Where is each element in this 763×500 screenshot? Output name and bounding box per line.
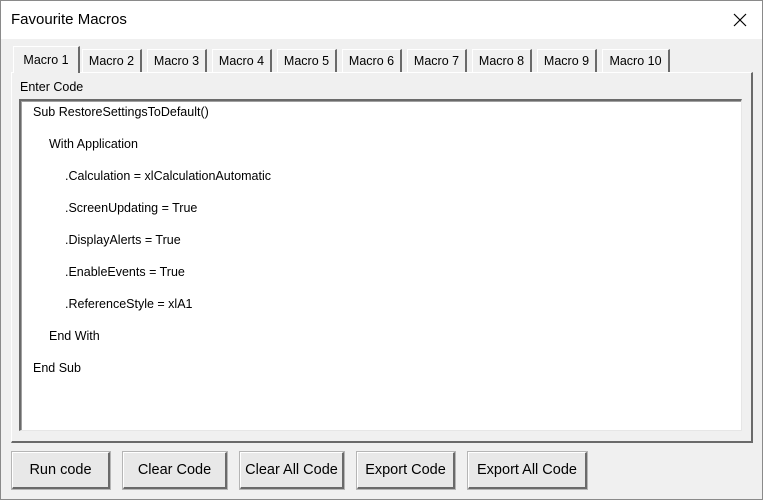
code-line: .ScreenUpdating = True — [65, 201, 198, 215]
clear-all-code-button[interactable]: Clear All Code — [240, 452, 344, 489]
tab-label: Macro 6 — [348, 54, 395, 68]
window-title: Favourite Macros — [11, 11, 127, 28]
code-line: .DisplayAlerts = True — [65, 233, 181, 247]
code-line: End Sub — [33, 361, 81, 375]
tab-label: Macro 10 — [609, 54, 662, 68]
code-line: .Calculation = xlCalculationAutomatic — [65, 169, 272, 183]
tab-macro-10[interactable]: Macro 10 — [602, 49, 670, 72]
macro-tabstrip: Macro 1 Macro 2 Macro 3 Macro 4 Macro 5 … — [13, 46, 753, 73]
tab-label: Macro 3 — [153, 54, 200, 68]
tab-label: Macro 5 — [283, 54, 330, 68]
tab-macro-5[interactable]: Macro 5 — [277, 49, 337, 72]
tab-label: Macro 1 — [23, 53, 69, 67]
code-line: .ReferenceStyle = xlA1 — [65, 297, 193, 311]
run-code-button[interactable]: Run code — [12, 452, 110, 489]
export-code-button[interactable]: Export Code — [357, 452, 455, 489]
close-icon — [733, 13, 747, 27]
close-button[interactable] — [718, 1, 762, 39]
code-line: End With — [49, 329, 100, 343]
tab-label: Macro 8 — [478, 54, 525, 68]
code-line: .EnableEvents = True — [65, 265, 185, 279]
favourite-macros-window: Favourite Macros Macro 1 Macro 2 Macro 3… — [0, 0, 763, 500]
tab-macro-9[interactable]: Macro 9 — [537, 49, 597, 72]
tab-macro-1[interactable]: Macro 1 — [13, 46, 80, 73]
tab-label: Macro 2 — [88, 54, 135, 68]
tab-macro-6[interactable]: Macro 6 — [342, 49, 402, 72]
tab-label: Macro 7 — [413, 54, 460, 68]
enter-code-label: Enter Code — [20, 80, 84, 94]
tab-macro-4[interactable]: Macro 4 — [212, 49, 272, 72]
tab-macro-2[interactable]: Macro 2 — [82, 49, 142, 72]
export-all-code-button[interactable]: Export All Code — [468, 452, 587, 489]
clear-code-button[interactable]: Clear Code — [123, 452, 227, 489]
title-bar: Favourite Macros — [1, 1, 762, 39]
code-line: With Application — [49, 137, 138, 151]
tab-macro-3[interactable]: Macro 3 — [147, 49, 207, 72]
code-line: Sub RestoreSettingsToDefault() — [33, 105, 209, 119]
tab-macro-8[interactable]: Macro 8 — [472, 49, 532, 72]
tab-label: Macro 9 — [543, 54, 590, 68]
tab-macro-7[interactable]: Macro 7 — [407, 49, 467, 72]
macro-tab-panel: Enter Code Sub RestoreSettingsToDefault(… — [11, 72, 753, 443]
tab-label: Macro 4 — [218, 54, 265, 68]
code-textarea[interactable]: Sub RestoreSettingsToDefault() With Appl… — [19, 99, 742, 431]
